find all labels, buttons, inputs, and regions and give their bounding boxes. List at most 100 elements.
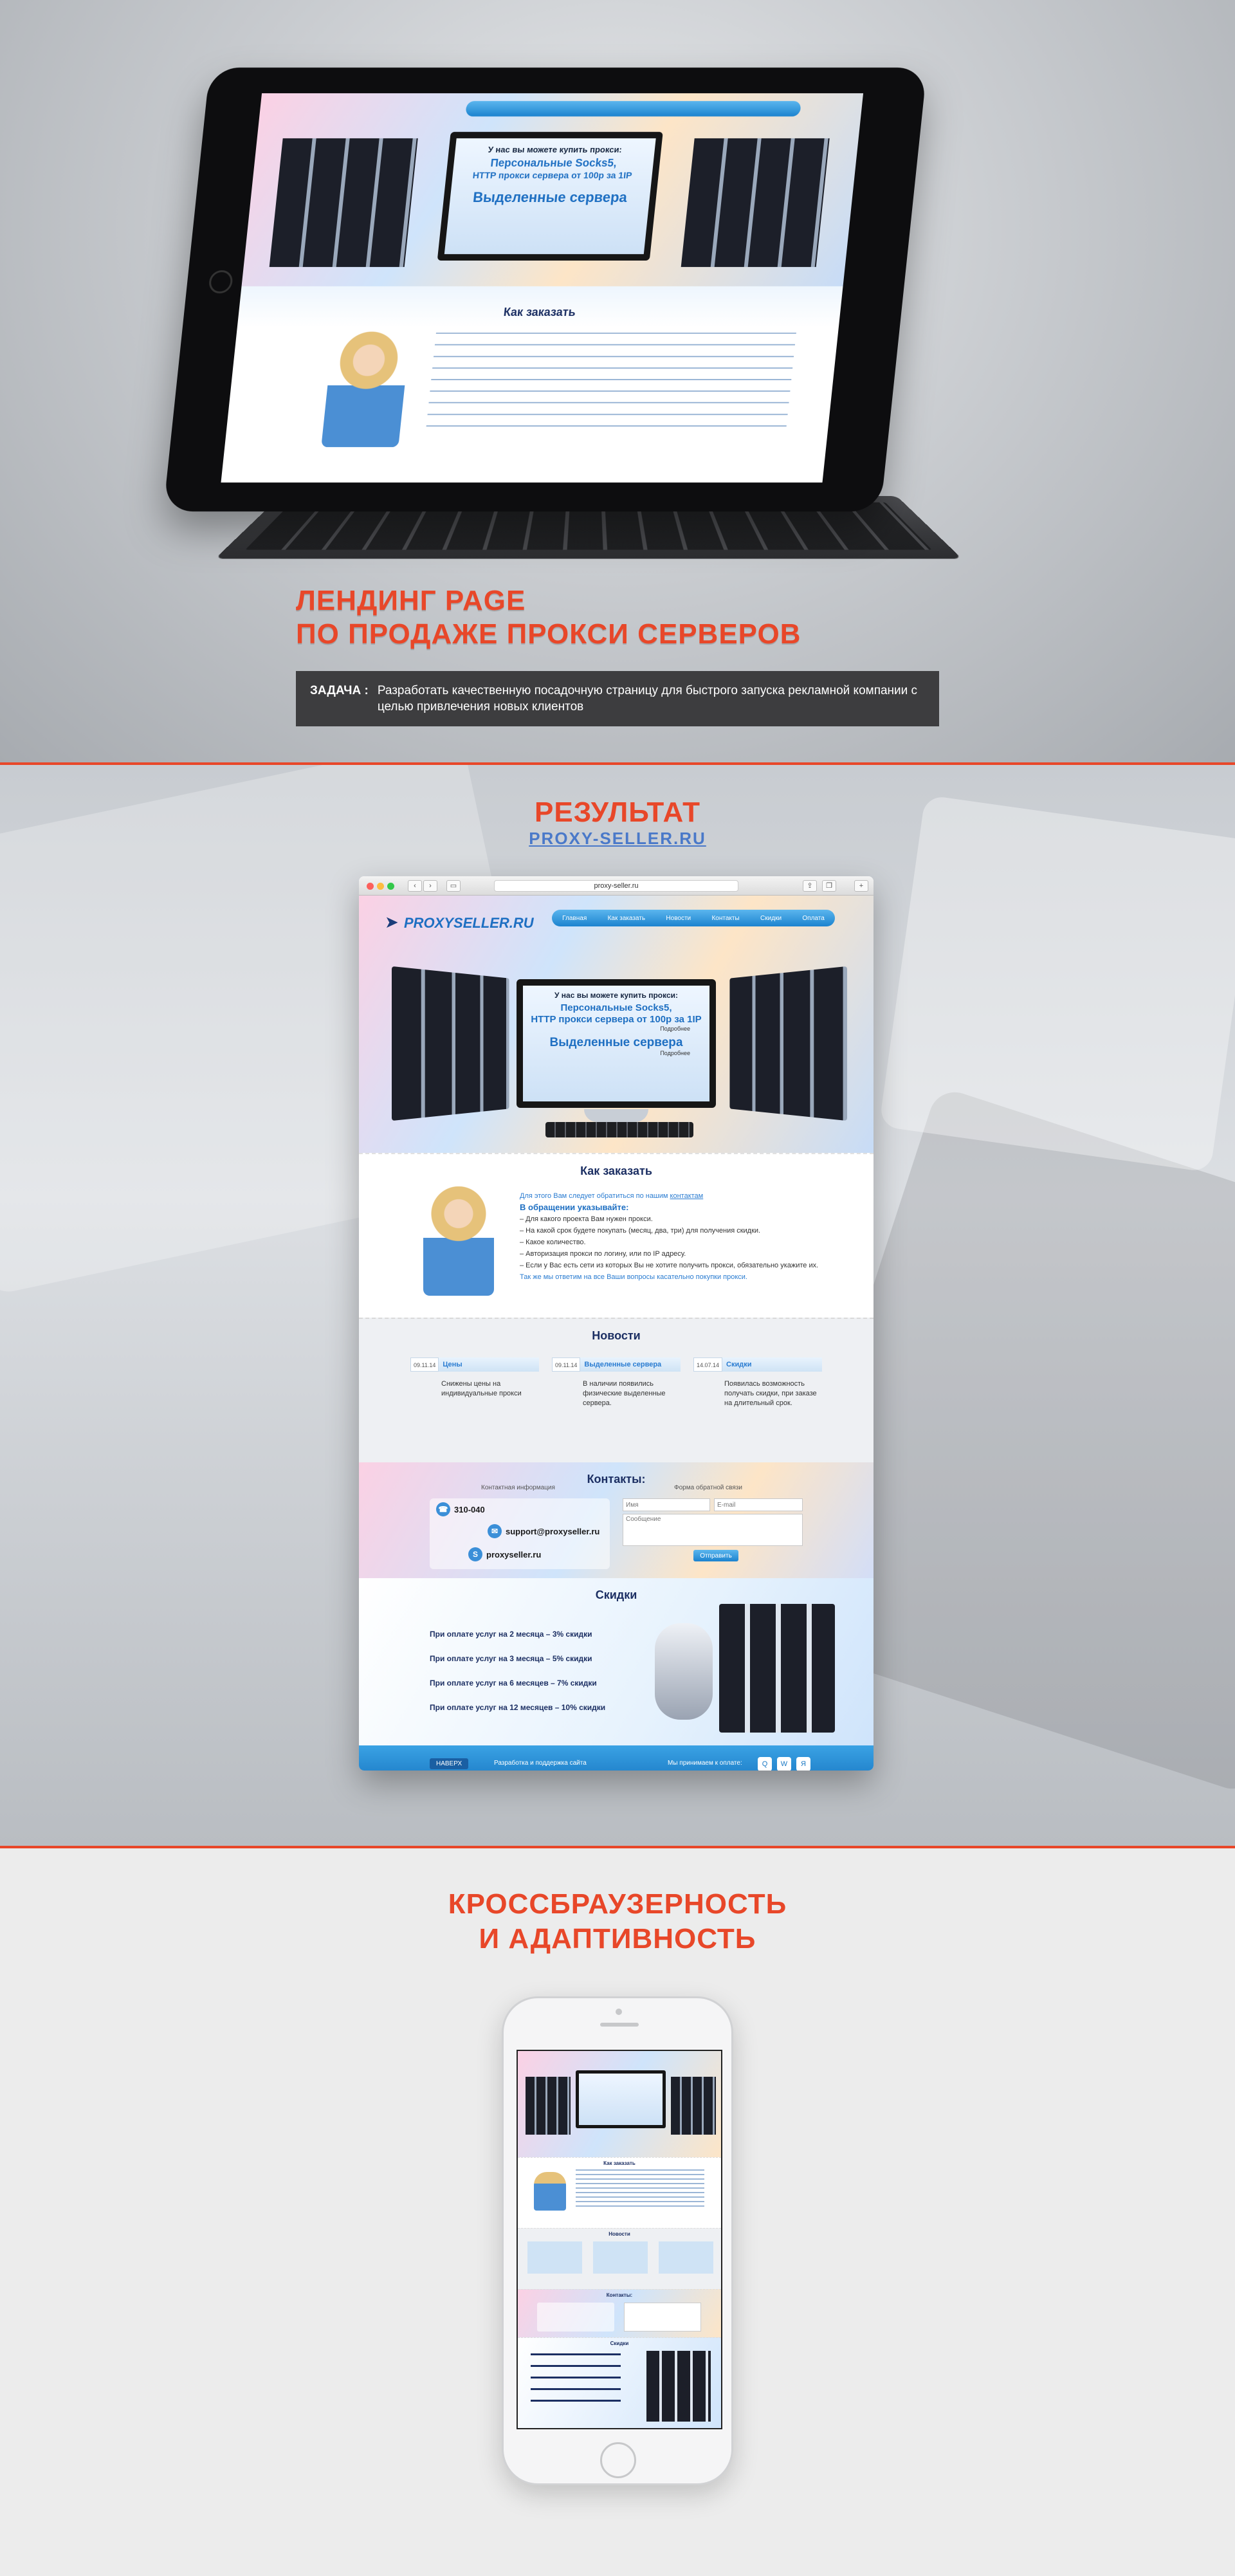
- contacts-info-caption: Контактная информация: [481, 1484, 555, 1491]
- cross-title-line1: КРОССБРАУЗЕРНОСТЬ: [448, 1888, 787, 1920]
- minimize-dot-icon[interactable]: [377, 883, 384, 890]
- home-button-icon[interactable]: [600, 2442, 636, 2478]
- news-date: 14.07.14: [693, 1357, 723, 1372]
- order-item: – Если у Вас есть сети из которых Вы не …: [520, 1262, 819, 1269]
- news-date: 09.11.14: [552, 1357, 581, 1372]
- discount-item: При оплате услуг на 2 месяца – 3% скидки: [430, 1630, 592, 1639]
- nav-item-home[interactable]: Главная: [562, 915, 587, 922]
- monitor-more-2[interactable]: Подробнее: [523, 1050, 709, 1056]
- server-rack-left: [392, 966, 509, 1121]
- order-heading: В обращении указывайте:: [520, 1202, 629, 1212]
- forward-icon[interactable]: ›: [423, 880, 437, 892]
- contact-info-box: ☎ 310-040 ✉ support@proxyseller.ru Sproxys…: [430, 1498, 610, 1569]
- discount-item: При оплате услуг на 3 месяца – 5% скидки: [430, 1654, 592, 1663]
- site-logo[interactable]: PROXYSELLER.RU: [404, 915, 534, 932]
- tablet-monitor-line5: Выделенные сервера: [471, 189, 628, 205]
- news-item-title[interactable]: Цены: [439, 1361, 462, 1368]
- result-title: РЕЗУЛЬТАТ: [535, 796, 700, 828]
- share-icon[interactable]: ⇪: [803, 880, 817, 892]
- new-tab-icon[interactable]: +: [854, 880, 868, 892]
- server-rack-right: [729, 966, 847, 1121]
- tabs-icon[interactable]: ❐: [822, 880, 836, 892]
- tablet-monitor-line1: У нас вы можете купить прокси:: [488, 145, 623, 154]
- nav-item-payment[interactable]: Оплата: [802, 915, 824, 922]
- order-intro: Для этого Вам следует обратиться по наши…: [520, 1192, 668, 1200]
- order-outro: Так же мы ответим на все Ваши вопросы ка…: [520, 1273, 747, 1281]
- close-dot-icon[interactable]: [367, 883, 374, 890]
- monitor-line2: Персональные Socks5,: [560, 1002, 672, 1013]
- news-item[interactable]: 14.07.14 Скидки Появилась возможность пол…: [693, 1357, 822, 1408]
- developer-credit[interactable]: Разработка и поддержка сайта: [494, 1760, 587, 1767]
- contact-email[interactable]: support@proxyseller.ru: [506, 1527, 599, 1536]
- logo-icon: ➤: [385, 912, 399, 932]
- phone-mockup: Как заказать Новости Контакты: Скидки: [502, 1996, 733, 2485]
- task-text: Разработать качественную посадочную стра…: [377, 684, 918, 713]
- maximize-dot-icon[interactable]: [387, 883, 394, 890]
- sidebar-icon[interactable]: ▭: [446, 880, 461, 892]
- news-item-title[interactable]: Скидки: [722, 1361, 751, 1368]
- phone-icon: ☎: [436, 1502, 450, 1516]
- discounts-title: Скидки: [595, 1588, 637, 1601]
- site-nav: Главная Как заказать Новости Контакты Ск…: [552, 910, 835, 926]
- news-body: В наличии появились физические выделенны…: [583, 1380, 666, 1407]
- order-item: – Авторизация прокси по логину, или по I…: [520, 1250, 686, 1258]
- nav-item-news[interactable]: Новости: [666, 915, 691, 922]
- contacts-link[interactable]: контактам: [670, 1192, 704, 1200]
- result-subtitle[interactable]: PROXY-SELLER.RU: [0, 829, 1235, 849]
- payment-caption: Мы принимаем к оплате:: [668, 1760, 742, 1767]
- nav-item-contacts[interactable]: Контакты: [711, 915, 739, 922]
- phone-screen: Как заказать Новости Контакты: Скидки: [517, 2050, 722, 2429]
- discount-item: При оплате услуг на 12 месяцев – 10% ски…: [430, 1703, 606, 1712]
- contacts-form-caption: Форма обратной связи: [674, 1484, 742, 1491]
- message-field[interactable]: [623, 1514, 803, 1546]
- news-date: 09.11.14: [410, 1357, 439, 1372]
- news-item[interactable]: 09.11.14 Цены Снижены цены на индивидуаль…: [410, 1357, 539, 1408]
- home-button-icon: [208, 270, 234, 293]
- news-body: Снижены цены на индивидуальные прокси: [441, 1380, 522, 1397]
- hero-title: ЛЕНДИНГ PAGE ПО ПРОДАЖЕ ПРОКСИ СЕРВЕРОВ: [296, 584, 801, 651]
- qiwi-icon: Q: [758, 1757, 772, 1771]
- tablet-order-title: Как заказать: [502, 306, 576, 318]
- phone-order-title: Как заказать: [603, 2160, 636, 2166]
- phone-contacts-title: Контакты:: [606, 2292, 633, 2298]
- tablet-monitor-line2: Персональные Socks5,: [489, 157, 618, 169]
- monitor-line5: Выделенные сервера: [549, 1036, 683, 1049]
- back-icon[interactable]: ‹: [408, 880, 422, 892]
- nav-item-discounts[interactable]: Скидки: [760, 915, 782, 922]
- news-title: Новости: [592, 1329, 641, 1342]
- browser-window: ‹ › ▭ proxy-seller.ru ⇪ ❐ + ➤ PROXYSELLE…: [359, 876, 874, 1771]
- email-field[interactable]: [714, 1498, 803, 1511]
- task-label: ЗАДАЧА :: [310, 684, 369, 697]
- girl-image: [423, 1186, 494, 1296]
- news-item[interactable]: 09.11.14 Выделенные сервера В наличии поя…: [552, 1357, 681, 1408]
- news-item-title[interactable]: Выделенные сервера: [580, 1361, 661, 1368]
- name-field[interactable]: [623, 1498, 710, 1511]
- discounts-section: Скидки При оплате услуг на 2 месяца – 3%…: [359, 1578, 874, 1745]
- monitor-line1: У нас вы можете купить прокси:: [554, 991, 679, 1000]
- tablet-mockup: У нас вы можете купить прокси: Персональ…: [163, 68, 928, 511]
- webmoney-icon: W: [777, 1757, 791, 1771]
- monitor-more-1[interactable]: Подробнее: [523, 1026, 709, 1032]
- email-icon: ✉: [488, 1524, 502, 1538]
- browser-toolbar: ‹ › ▭ proxy-seller.ru ⇪ ❐ +: [359, 876, 874, 896]
- cross-browser-section: КРОССБРАУЗЕРНОСТЬ И АДАПТИВНОСТЬ Как зак…: [0, 1848, 1235, 2576]
- speaker-icon: [600, 2023, 639, 2027]
- contact-phone[interactable]: 310-040: [454, 1505, 485, 1514]
- monitor-line3: HTTP прокси сервера от 100р за 1IP: [531, 1014, 702, 1025]
- contact-skype[interactable]: proxyseller.ru: [486, 1550, 541, 1559]
- task-box: ЗАДАЧА : Разработать качественную посадо…: [296, 671, 939, 726]
- skype-icon: S: [468, 1547, 482, 1561]
- nav-item-order[interactable]: Как заказать: [608, 915, 645, 922]
- discount-item: При оплате услуг на 6 месяцев – 7% скидк…: [430, 1679, 597, 1688]
- camera-icon: [616, 2009, 622, 2015]
- scroll-top-button[interactable]: НАВЕРХ: [430, 1758, 469, 1769]
- monitor-banner: У нас вы можете купить прокси: Персональ…: [517, 979, 716, 1108]
- contacts-title: Контакты:: [587, 1473, 646, 1486]
- site-header: ➤ PROXYSELLER.RU Главная Как заказать Но…: [359, 896, 874, 1153]
- hero-section: У нас вы можете купить прокси: Персональ…: [0, 0, 1235, 762]
- address-bar[interactable]: proxy-seller.ru: [494, 880, 738, 892]
- news-body: Появилась возможность получать скидки, п…: [724, 1380, 817, 1407]
- send-button[interactable]: Отправить: [693, 1550, 738, 1561]
- order-item: – Какое количество.: [520, 1238, 586, 1246]
- feedback-form: Отправить: [623, 1498, 803, 1569]
